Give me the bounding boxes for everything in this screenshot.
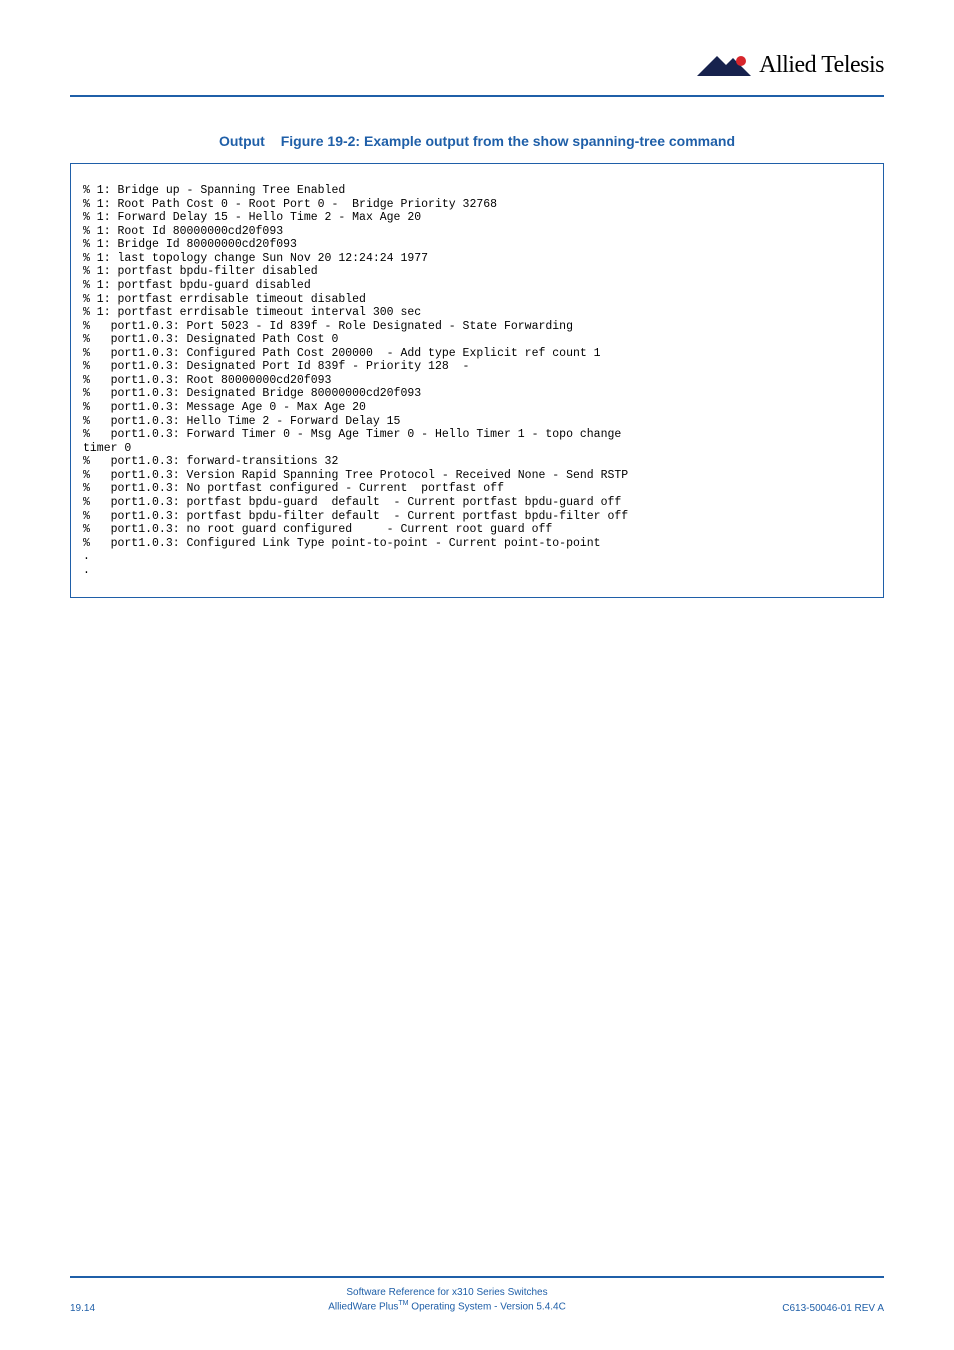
logo-mark-icon bbox=[697, 53, 753, 79]
caption-text: Figure 19-2: Example output from the sho… bbox=[281, 133, 735, 149]
header: Allied Telesis bbox=[70, 52, 884, 89]
header-rule bbox=[70, 95, 884, 97]
logo: Allied Telesis bbox=[697, 52, 884, 79]
caption-label: Output bbox=[219, 133, 265, 149]
doc-rev: C613-50046-01 REV A bbox=[764, 1303, 884, 1314]
footer-version: Operating System - Version 5.4.4C bbox=[409, 1302, 566, 1313]
tm-mark: TM bbox=[398, 1300, 408, 1307]
footer-center: Software Reference for x310 Series Switc… bbox=[130, 1286, 764, 1314]
command-output: % 1: Bridge up - Spanning Tree Enabled %… bbox=[83, 184, 871, 577]
page-number: 19.14 bbox=[70, 1303, 130, 1314]
footer-line2: AlliedWare PlusTM Operating System - Ver… bbox=[130, 1299, 764, 1314]
footer-rule bbox=[70, 1276, 884, 1278]
page: Allied Telesis Output Figure 19-2: Examp… bbox=[0, 0, 954, 1350]
footer-product: AlliedWare Plus bbox=[328, 1302, 398, 1313]
footer: 19.14 Software Reference for x310 Series… bbox=[70, 1276, 884, 1314]
footer-row: 19.14 Software Reference for x310 Series… bbox=[70, 1286, 884, 1314]
output-box: % 1: Bridge up - Spanning Tree Enabled %… bbox=[70, 163, 884, 598]
footer-line1: Software Reference for x310 Series Switc… bbox=[130, 1286, 764, 1300]
brand-name: Allied Telesis bbox=[759, 52, 884, 79]
figure-caption: Output Figure 19-2: Example output from … bbox=[70, 133, 884, 149]
